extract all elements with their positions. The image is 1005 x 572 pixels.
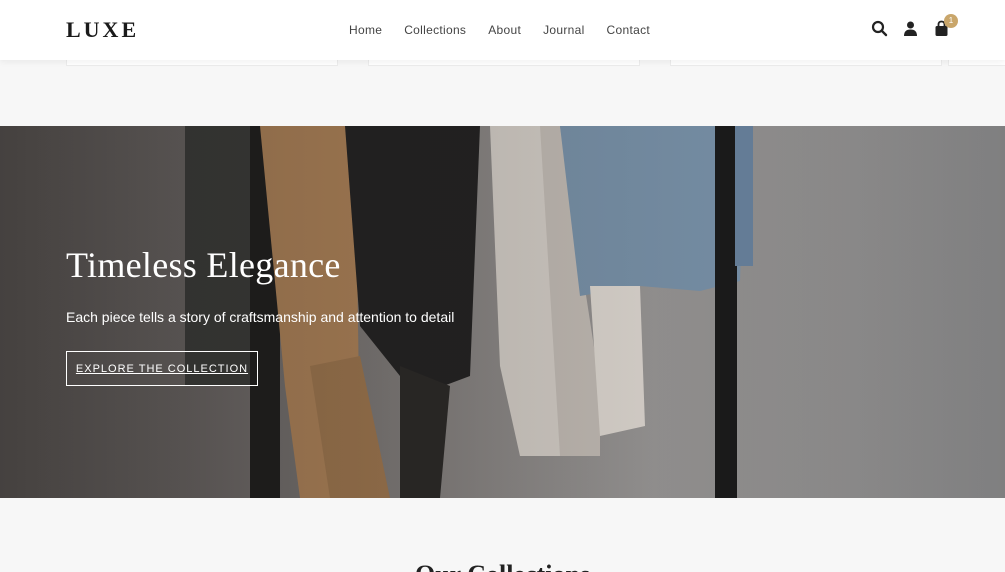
hero-banner: Timeless Elegance Each piece tells a sto… <box>0 126 1005 498</box>
nav-journal[interactable]: Journal <box>543 23 584 37</box>
header-actions: 1 <box>871 14 958 37</box>
hero-subtitle: Each piece tells a story of craftsmanshi… <box>66 309 455 325</box>
shopping-bag-icon[interactable]: 1 <box>933 14 958 37</box>
main-nav: Home Collections About Journal Contact <box>349 23 672 37</box>
user-icon[interactable] <box>902 20 919 37</box>
search-icon[interactable] <box>871 20 888 37</box>
nav-about[interactable]: About <box>488 23 521 37</box>
explore-collection-button[interactable]: EXPLORE THE COLLECTION <box>66 351 258 386</box>
nav-contact[interactable]: Contact <box>607 23 650 37</box>
site-header: LUXE Home Collections About Journal Cont… <box>0 0 1005 60</box>
site-logo[interactable]: LUXE <box>66 17 139 43</box>
hero-title: Timeless Elegance <box>66 245 341 285</box>
nav-collections[interactable]: Collections <box>404 23 466 37</box>
collections-heading: Our Collections <box>0 560 1005 572</box>
cart-count-badge: 1 <box>944 14 958 28</box>
nav-home[interactable]: Home <box>349 23 382 37</box>
